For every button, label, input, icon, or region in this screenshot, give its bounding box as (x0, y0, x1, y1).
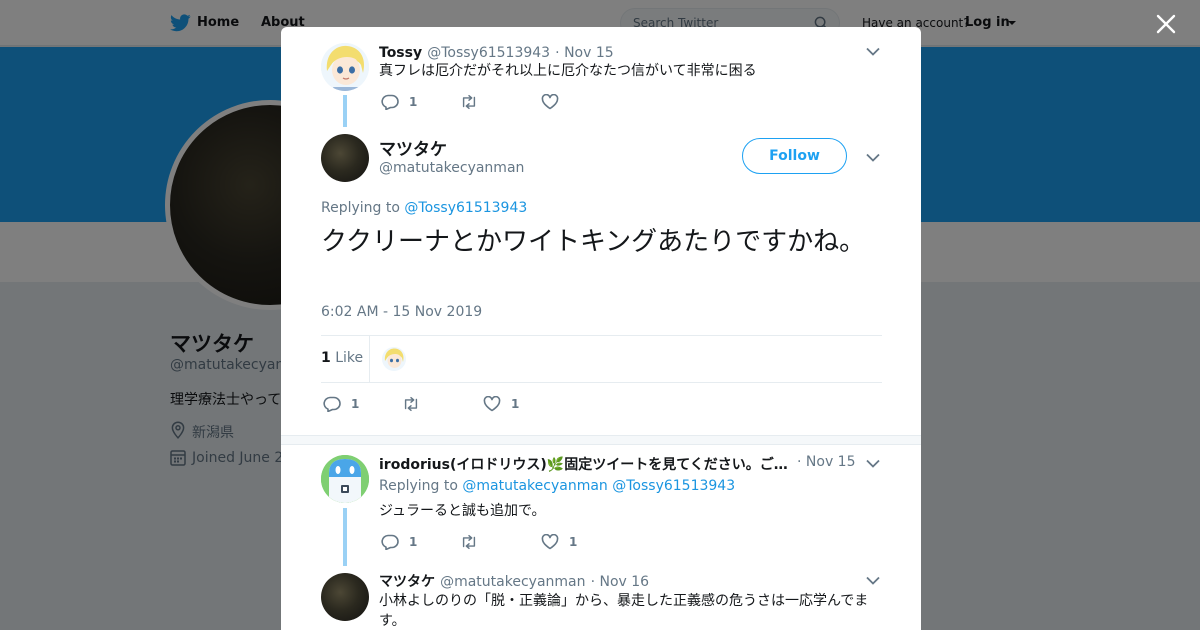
divider (321, 335, 882, 336)
replies-separator (281, 435, 921, 445)
chevron-down-icon[interactable] (866, 153, 880, 162)
reply-author-name[interactable]: irodorius(イロドリウス)🌿固定ツイートを見てください。ご… (379, 454, 789, 474)
chevron-down-icon[interactable] (866, 576, 880, 585)
likes-label: Like (335, 350, 364, 366)
chevron-down-icon[interactable] (866, 459, 880, 468)
thread-connector-line (343, 508, 347, 566)
parent-tweet-date[interactable]: · Nov 15 (555, 45, 614, 61)
retweet-icon[interactable] (402, 396, 420, 412)
main-tweet-timestamp[interactable]: 6:02 AM - 15 Nov 2019 (321, 304, 482, 320)
main-author-name[interactable]: マツタケ (379, 135, 447, 160)
parent-tweet-text: 真フレは厄介だがそれ以上に厄介なたつ信がいて非常に困る (379, 63, 757, 79)
replying-to-link[interactable]: @Tossy61513943 (404, 200, 527, 216)
reply-actions: 1 1 (381, 533, 621, 551)
close-icon[interactable] (1154, 12, 1178, 36)
replying-to-link[interactable]: @matutakecyanman (462, 478, 607, 494)
reply-icon[interactable] (381, 94, 399, 110)
reply-date[interactable]: · Nov 16 (591, 574, 650, 590)
reply-author-name[interactable]: マツタケ (379, 574, 435, 590)
main-like-count: 1 (511, 397, 520, 411)
reply-author-handle[interactable]: @matutakecyanman (440, 574, 585, 590)
heart-icon[interactable] (541, 534, 559, 550)
replying-to-link[interactable]: @Tossy61513943 (612, 478, 735, 494)
reply-text: ジュラーると誠も追加で。 (379, 503, 546, 519)
reply-header: マツタケ @matutakecyanman · Nov 16 (379, 571, 649, 591)
parent-reply-count: 1 (409, 95, 418, 109)
reply-text: 小林よしのりの「脱・正義論」から、暴走した正義感の危うさは一応学んでます。 (379, 593, 869, 629)
likes-number: 1 (321, 350, 331, 366)
reply-author-avatar[interactable] (321, 455, 369, 503)
thread-connector-line (343, 95, 347, 127)
heart-icon[interactable] (483, 396, 501, 412)
parent-tweet-actions: 1 (381, 93, 621, 111)
tweet-modal: Tossy @Tossy61513943 · Nov 15 真フレは厄介だがそれ… (281, 27, 921, 630)
reply-like-count: 1 (569, 535, 578, 549)
replying-to-label: Replying to (321, 200, 400, 216)
anime-avatar-icon (382, 347, 406, 371)
main-author-avatar[interactable] (321, 134, 369, 182)
heart-icon[interactable] (541, 94, 559, 110)
reply-replying-to: Replying to @matutakecyanman @Tossy61513… (379, 478, 735, 494)
robot-avatar-icon (321, 455, 369, 503)
main-tweet-text: ククリーナとかワイトキングあたりですかね。 (321, 227, 866, 257)
divider (321, 382, 882, 383)
main-author-handle[interactable]: @matutakecyanman (379, 160, 524, 176)
main-reply-count: 1 (351, 397, 360, 411)
likes-stat[interactable]: 1 Like (321, 350, 363, 366)
chevron-down-icon[interactable] (866, 47, 880, 56)
retweet-icon[interactable] (460, 94, 478, 110)
anime-avatar-icon (321, 43, 369, 91)
replying-to-label: Replying to (379, 478, 458, 494)
liker-avatar[interactable] (382, 347, 406, 371)
reply-icon[interactable] (381, 534, 399, 550)
parent-author-handle[interactable]: @Tossy61513943 (427, 45, 550, 61)
main-tweet-actions: 1 1 (323, 395, 583, 413)
parent-tweet-header: Tossy @Tossy61513943 · Nov 15 (379, 42, 614, 61)
reply-reply-count: 1 (409, 535, 418, 549)
reply-icon[interactable] (323, 396, 341, 412)
reply-date[interactable]: · Nov 15 (797, 454, 856, 470)
retweet-icon[interactable] (460, 534, 478, 550)
stat-separator (369, 336, 370, 382)
parent-author-name[interactable]: Tossy (379, 45, 422, 61)
main-replying-to: Replying to @Tossy61513943 (321, 200, 527, 216)
follow-button[interactable]: Follow (742, 138, 847, 174)
reply-author-avatar[interactable] (321, 573, 369, 621)
parent-avatar[interactable] (321, 43, 369, 91)
